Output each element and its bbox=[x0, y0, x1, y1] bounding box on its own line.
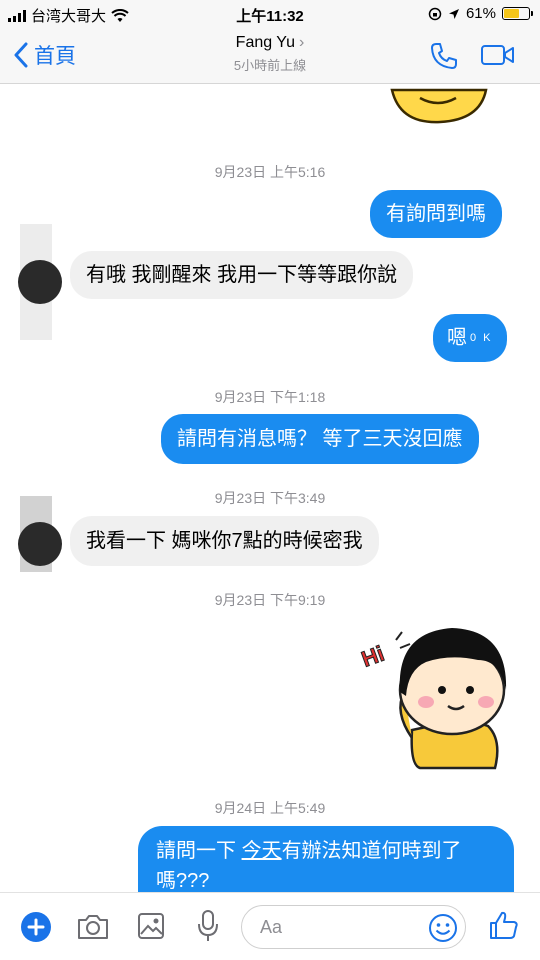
timestamp: 9月23日 下午1:18 bbox=[214, 389, 326, 405]
image-icon[interactable] bbox=[137, 912, 165, 940]
incoming-message[interactable]: 有哦 我剛醒來 我用一下等等跟你說 bbox=[70, 251, 414, 299]
message-text: 有哦 我剛醒來 我用一下等等跟你說 bbox=[86, 264, 398, 286]
hi-girl-sticker[interactable]: Hi bbox=[360, 620, 510, 770]
emoji-icon[interactable] bbox=[428, 913, 458, 943]
timestamp: 9月24日 上午5:49 bbox=[214, 800, 326, 816]
message-link-text[interactable]: 今天 bbox=[242, 840, 282, 862]
message-text: 有詢問到嗎 bbox=[386, 203, 486, 225]
message-input-container[interactable] bbox=[241, 905, 466, 949]
timestamp: 9月23日 下午3:49 bbox=[214, 490, 326, 506]
chevron-right-icon: › bbox=[298, 34, 305, 51]
contact-name: Fang Yu bbox=[235, 34, 295, 51]
sticker-hi-text: Hi bbox=[360, 641, 387, 672]
plus-icon[interactable] bbox=[20, 911, 52, 943]
message-text: 請問有消息嗎？ 等了三天沒回應 bbox=[177, 428, 463, 450]
status-bar: 台湾大哥大 上午11:32 61% bbox=[0, 0, 540, 28]
phone-icon[interactable] bbox=[428, 40, 460, 72]
conversation-header: 首頁 Fang Yu › 5小時前上線 bbox=[0, 28, 540, 84]
message-text: 我看一下 媽咪你7點的時候密我 bbox=[86, 530, 363, 552]
video-icon[interactable] bbox=[480, 43, 516, 67]
message-input[interactable] bbox=[260, 917, 410, 938]
sticker-partial bbox=[390, 88, 488, 124]
location-icon bbox=[448, 8, 459, 19]
outgoing-message[interactable]: 嗯0 K bbox=[433, 314, 507, 362]
battery-icon bbox=[502, 7, 533, 20]
message-text: 嗯 bbox=[447, 327, 467, 349]
outgoing-message[interactable]: 有詢問到嗎 bbox=[370, 190, 502, 238]
status-right: 61% bbox=[428, 5, 533, 22]
message-superscript: 0 K bbox=[470, 332, 493, 344]
avatar[interactable] bbox=[18, 260, 62, 304]
lock-rotation-icon bbox=[428, 7, 442, 20]
battery-percent: 61% bbox=[465, 5, 496, 22]
microphone-icon[interactable] bbox=[196, 909, 220, 943]
thumbs-up-icon[interactable] bbox=[488, 909, 520, 941]
message-text: 有辦法知道何時到了 bbox=[281, 840, 462, 862]
incoming-message[interactable]: 我看一下 媽咪你7點的時候密我 bbox=[70, 516, 379, 566]
timestamp: 9月23日 下午9:19 bbox=[214, 592, 326, 608]
outgoing-message[interactable]: 請問有消息嗎？ 等了三天沒回應 bbox=[161, 414, 479, 464]
avatar[interactable] bbox=[18, 522, 62, 566]
timestamp: 9月23日 上午5:16 bbox=[214, 164, 326, 180]
camera-icon[interactable] bbox=[76, 913, 110, 941]
message-composer bbox=[0, 892, 540, 960]
message-text: 嗎??? bbox=[156, 870, 210, 892]
message-text: 請問一下 bbox=[156, 840, 242, 862]
